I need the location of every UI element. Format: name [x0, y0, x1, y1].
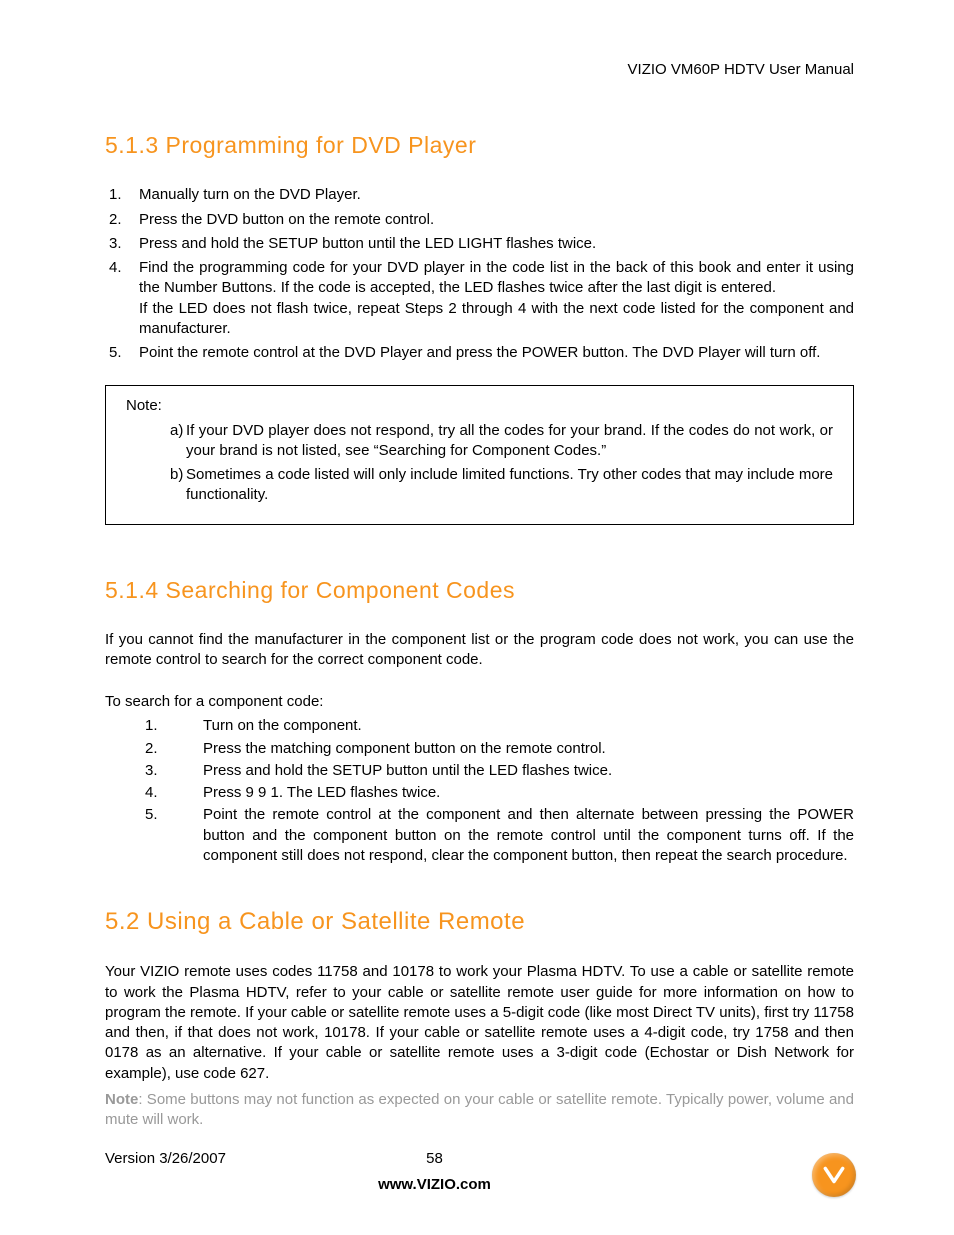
- note-text: Sometimes a code listed will only includ…: [176, 465, 833, 506]
- list-number: 3.: [109, 234, 139, 254]
- footer-page-number: 58: [310, 1149, 560, 1169]
- list-item: 1.Manually turn on the DVD Player.: [109, 185, 854, 205]
- list-number: 1.: [105, 716, 203, 736]
- list-item: 3.Press and hold the SETUP button until …: [105, 761, 854, 781]
- section-title-search: 5.1.4 Searching for Component Codes: [105, 575, 854, 606]
- list-number: 1.: [109, 185, 139, 205]
- list-number: 2.: [109, 210, 139, 230]
- list-text: Manually turn on the DVD Player.: [139, 185, 854, 205]
- list-text: Point the remote control at the DVD Play…: [139, 343, 854, 363]
- list-text: Press the DVD button on the remote contr…: [139, 210, 854, 230]
- list-text: Turn on the component.: [203, 716, 854, 736]
- list-item: 5.Point the remote control at the compon…: [105, 805, 854, 866]
- list-number: 5.: [105, 805, 203, 866]
- list-text: Press and hold the SETUP button until th…: [139, 234, 854, 254]
- note-text: If your DVD player does not respond, try…: [176, 421, 833, 462]
- note-item: b) Sometimes a code listed will only inc…: [126, 465, 833, 506]
- footer-url: www.VIZIO.com: [60, 1175, 809, 1195]
- section-title-dvd: 5.1.3 Programming for DVD Player: [105, 130, 854, 161]
- list-item: 4.Find the programming code for your DVD…: [109, 258, 854, 339]
- list-number: 3.: [105, 761, 203, 781]
- list-item: 2.Press the DVD button on the remote con…: [109, 210, 854, 230]
- note-bold: Note: [105, 1091, 138, 1108]
- search-prompt: To search for a component code:: [105, 692, 854, 712]
- note-item: a) If your DVD player does not respond, …: [126, 421, 833, 462]
- note-continuation: : Some buttons may not function as expec…: [105, 1091, 854, 1128]
- vizio-logo-icon: [812, 1153, 856, 1197]
- section-title-cable: 5.2 Using a Cable or Satellite Remote: [105, 906, 854, 938]
- list-text: Press and hold the SETUP button until th…: [203, 761, 854, 781]
- cable-note: Note: Some buttons may not function as e…: [105, 1090, 854, 1131]
- list-text: Point the remote control at the componen…: [203, 805, 854, 866]
- list-text: Press 9 9 1. The LED flashes twice.: [203, 783, 854, 803]
- note-box: Note: a) If your DVD player does not res…: [105, 385, 854, 524]
- list-item: 5.Point the remote control at the DVD Pl…: [109, 343, 854, 363]
- list-item: 4.Press 9 9 1. The LED flashes twice.: [105, 783, 854, 803]
- dvd-steps-list: 1.Manually turn on the DVD Player. 2.Pre…: [109, 185, 854, 363]
- list-item: 3.Press and hold the SETUP button until …: [109, 234, 854, 254]
- note-label: Note:: [126, 396, 833, 416]
- list-number: 4.: [109, 258, 139, 339]
- header-product: VIZIO VM60P HDTV User Manual: [105, 60, 854, 80]
- note-letter: b): [126, 465, 176, 506]
- search-steps-list: 1.Turn on the component. 2.Press the mat…: [105, 716, 854, 866]
- list-item: 2.Press the matching component button on…: [105, 739, 854, 759]
- note-letter: a): [126, 421, 176, 462]
- list-number: 2.: [105, 739, 203, 759]
- list-number: 4.: [105, 783, 203, 803]
- list-number: 5.: [109, 343, 139, 363]
- search-intro: If you cannot find the manufacturer in t…: [105, 630, 854, 671]
- cable-body: Your VIZIO remote uses codes 11758 and 1…: [105, 962, 854, 1084]
- list-text: Find the programming code for your DVD p…: [139, 258, 854, 339]
- page-footer: Version 3/26/2007 58 www.VIZIO.com: [105, 1149, 854, 1196]
- list-item: 1.Turn on the component.: [105, 716, 854, 736]
- list-text: Press the matching component button on t…: [203, 739, 854, 759]
